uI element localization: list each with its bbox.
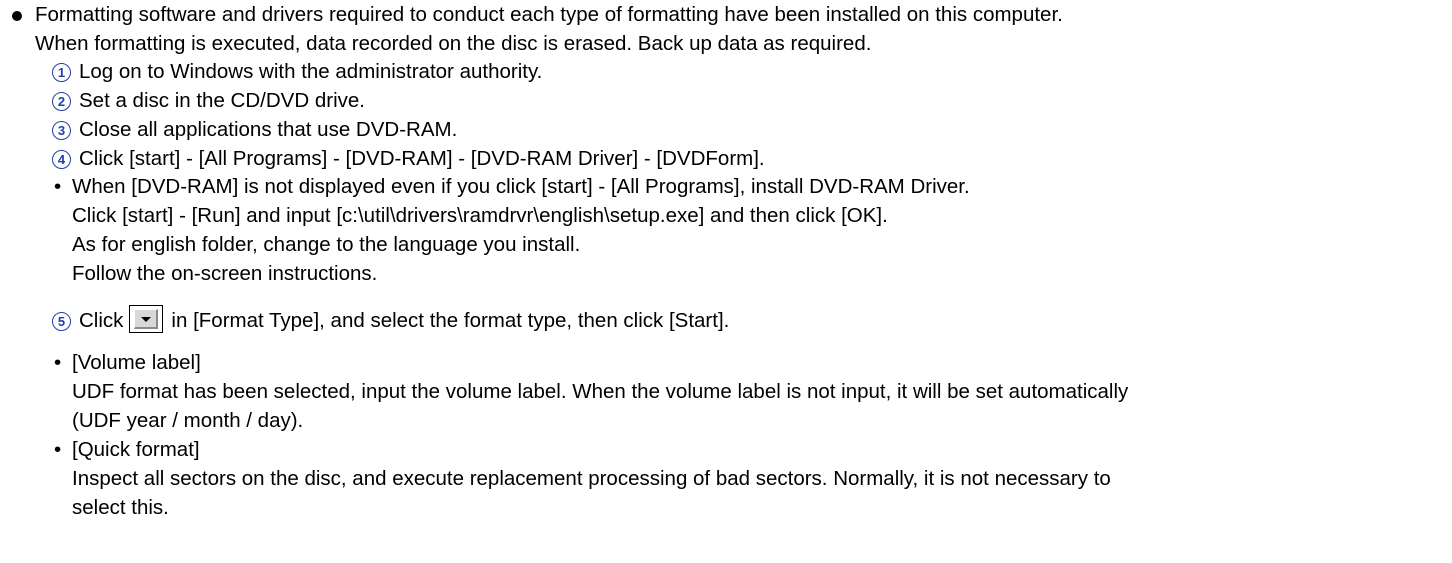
note-volume-title-line: • [Volume label] — [54, 348, 201, 378]
step-1-text: Log on to Windows with the administrator… — [79, 60, 543, 83]
intro-line-1: Formatting software and drivers required… — [35, 3, 1063, 26]
step-4: 4 Click [start] - [All Programs] - [DVD-R… — [52, 144, 765, 174]
intro-line-2: When formatting is executed, data record… — [35, 32, 872, 55]
intro-bullet-icon — [12, 11, 22, 21]
step-4-text: Click [start] - [All Programs] - [DVD-RA… — [79, 147, 765, 170]
note-install-line-3: As for english folder, change to the lan… — [72, 233, 581, 256]
note-install-line-4: Follow the on-screen instructions. — [72, 262, 378, 285]
step-5: 5 Click in [Format Type], and select the f… — [52, 304, 729, 338]
note-volume-line-2: (UDF year / month / day). — [72, 409, 304, 432]
step-3-marker: 3 — [52, 121, 71, 140]
step-3: 3 Close all applications that use DVD-RAM… — [52, 115, 457, 145]
step-1-marker: 1 — [52, 63, 71, 82]
note-quick-title: [Quick format] — [72, 438, 200, 461]
note-volume-bullet: • — [54, 351, 62, 374]
note-install-line-2: Click [start] - [Run] and input [c:\util… — [72, 204, 888, 227]
note-volume-title: [Volume label] — [72, 351, 201, 374]
step-2-text: Set a disc in the CD/DVD drive. — [79, 89, 365, 112]
note-quick-bullet: • — [54, 438, 62, 461]
step-2: 2 Set a disc in the CD/DVD drive. — [52, 86, 365, 116]
note-install-line-1: • When [DVD-RAM] is not displayed even if… — [54, 172, 970, 202]
step-1: 1 Log on to Windows with the administrato… — [52, 57, 542, 87]
step-2-marker: 2 — [52, 92, 71, 111]
note-quick-line-1: Inspect all sectors on the disc, and exe… — [72, 467, 1111, 490]
note-install-text-1: When [DVD-RAM] is not displayed even if … — [72, 175, 970, 198]
step-4-marker: 4 — [52, 150, 71, 169]
step-5-marker: 5 — [52, 312, 71, 331]
step-5-text-after: in [Format Type], and select the format … — [171, 309, 730, 332]
dropdown-arrow-icon — [141, 317, 152, 322]
note-volume-line-1: UDF format has been selected, input the … — [72, 380, 1129, 403]
note-install-bullet: • — [54, 175, 62, 198]
step-5-text-before: Click — [79, 309, 124, 332]
format-type-dropdown-button[interactable] — [129, 305, 164, 333]
step-3-text: Close all applications that use DVD-RAM. — [79, 118, 458, 141]
note-quick-line-2: select this. — [72, 496, 169, 519]
note-quick-title-line: • [Quick format] — [54, 435, 200, 465]
